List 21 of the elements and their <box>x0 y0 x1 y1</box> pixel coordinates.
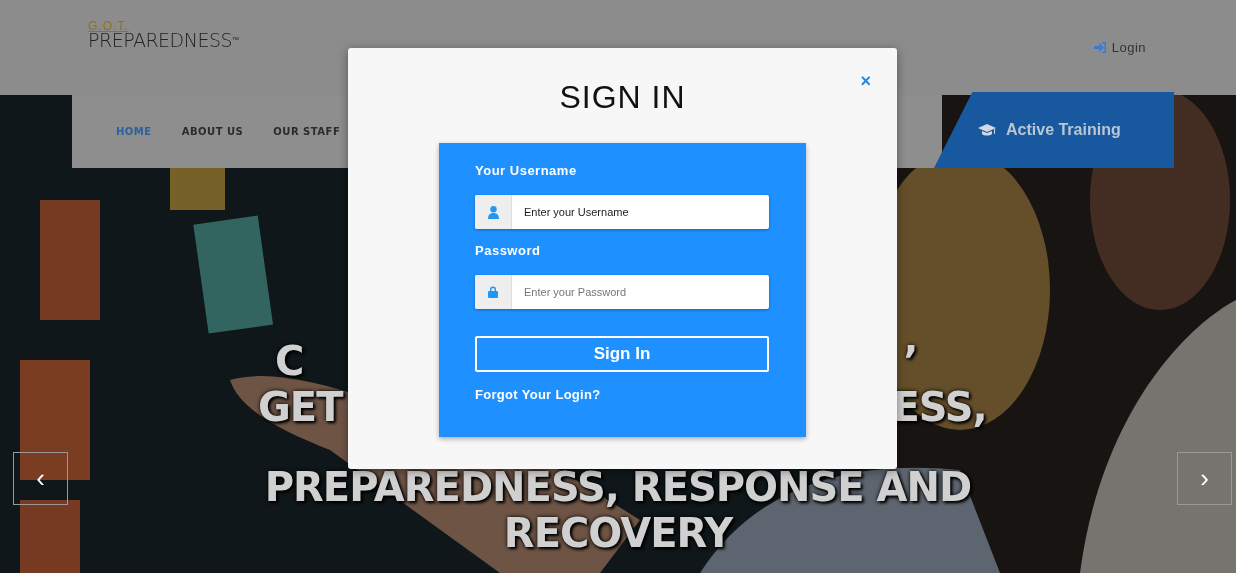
dialog-title: SIGN IN <box>559 79 686 115</box>
nav-link[interactable]: OUR STAFF <box>273 126 341 137</box>
login-icon <box>1093 42 1107 53</box>
graduation-cap-icon <box>978 123 996 137</box>
logo[interactable]: G.O.T. PREPAREDNESS$^{™}$ <box>88 21 239 50</box>
forgot-login-link[interactable]: Forgot Your Login? <box>475 387 601 402</box>
user-icon <box>487 205 499 219</box>
hero-heading-text: ’ <box>903 339 918 383</box>
field-label: Your Username <box>475 163 578 179</box>
hero-heading-text: C <box>275 339 304 383</box>
next-slide-button[interactable]: › <box>1177 452 1232 505</box>
sign-in-button[interactable]: Sign In <box>475 336 769 372</box>
hero-heading-text: ESS, <box>892 385 987 429</box>
field-label: Password <box>475 243 542 259</box>
previous-slide-button[interactable]: ‹ <box>13 452 68 505</box>
active-training-button[interactable]: Active Training <box>934 92 1174 168</box>
hero-heading-text: GET <box>258 385 343 429</box>
nav-link[interactable]: ABOUT US <box>181 126 244 137</box>
lock-icon <box>488 286 498 298</box>
close-button[interactable]: × <box>860 73 871 89</box>
login-link[interactable]: Login <box>1093 40 1146 55</box>
